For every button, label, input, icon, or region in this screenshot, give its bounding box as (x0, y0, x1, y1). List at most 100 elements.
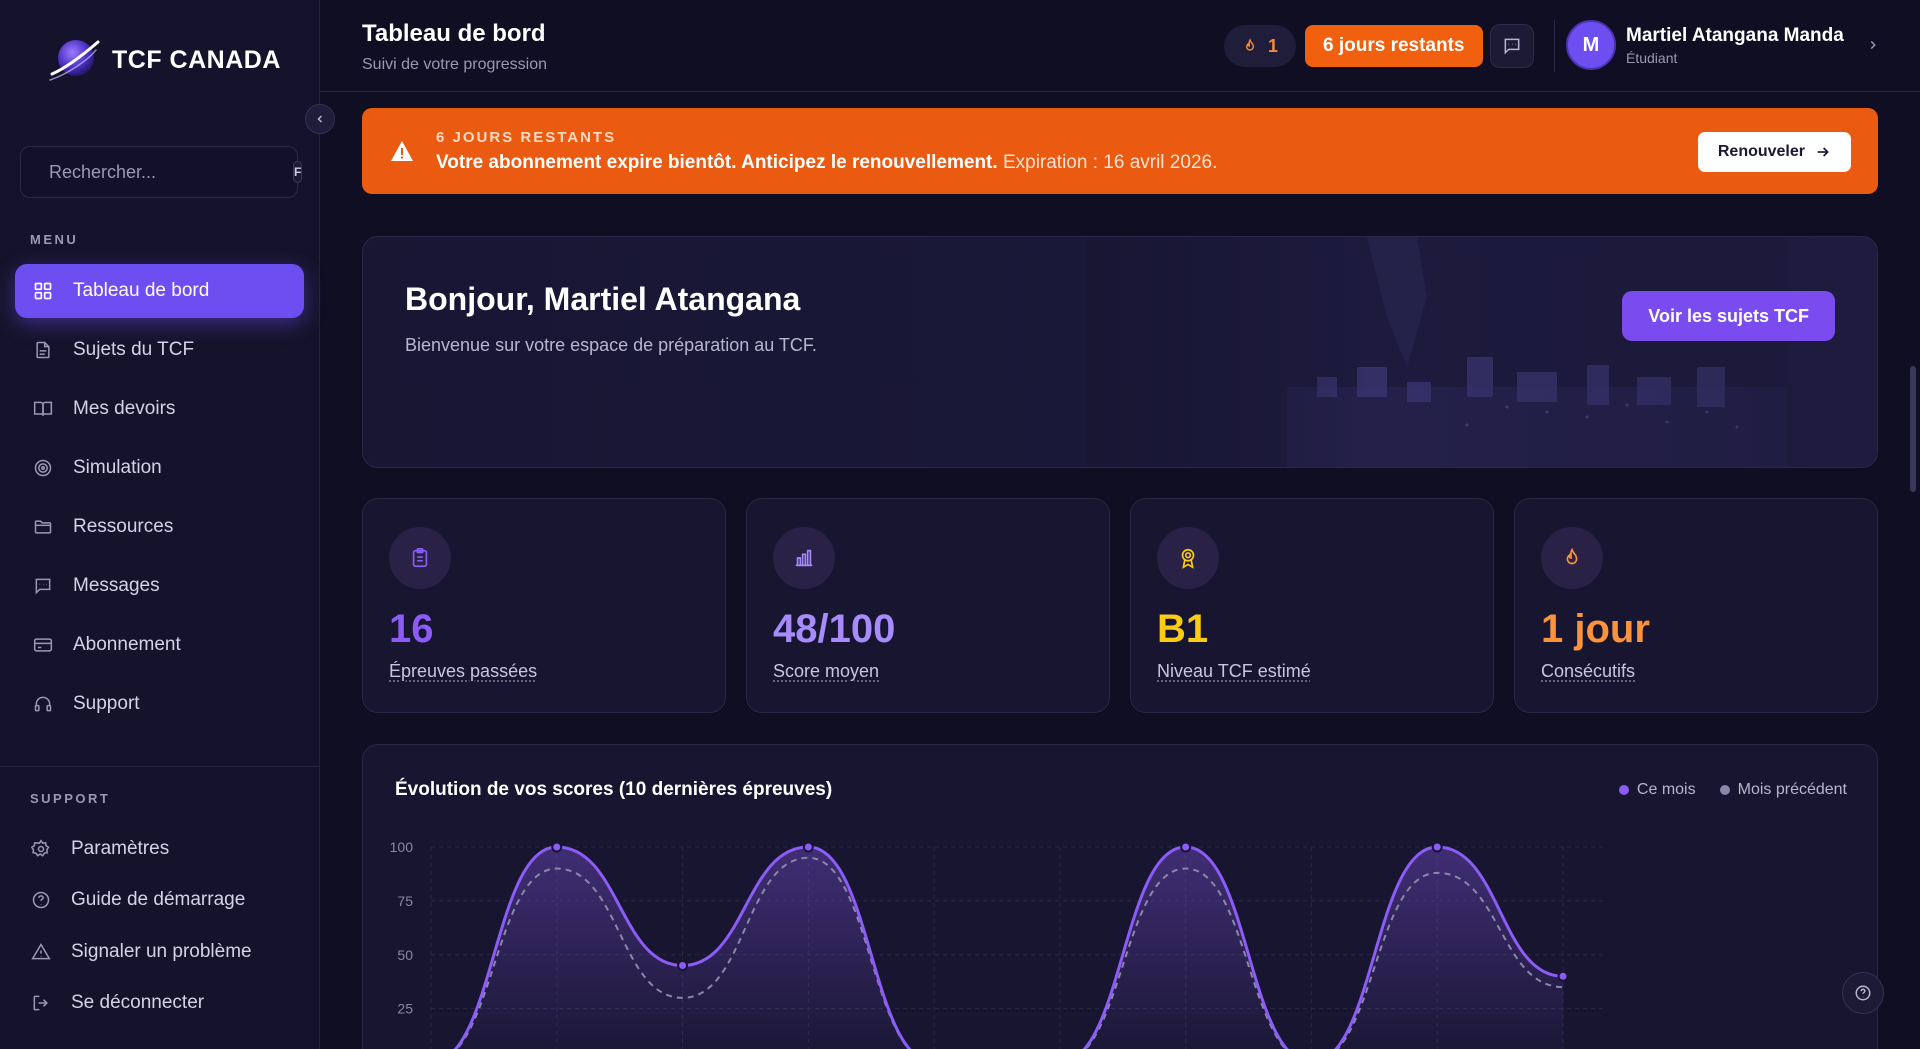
stat-label: Score moyen (773, 661, 879, 682)
sidebar-item-logout[interactable]: Se déconnecter (15, 978, 304, 1030)
days-left-badge[interactable]: 6 jours restants (1305, 25, 1483, 67)
chat-icon (33, 576, 53, 596)
help-circle-icon (1854, 984, 1872, 1002)
chat-icon (1502, 36, 1522, 56)
sidebar-item-label: Messages (73, 575, 160, 597)
welcome-subtitle: Bienvenue sur votre espace de préparatio… (405, 335, 817, 356)
y-tick-label: 25 (397, 1001, 413, 1017)
alert-message-text: Votre abonnement expire bientôt. Anticip… (436, 152, 998, 173)
sidebar-item-support[interactable]: Support (15, 677, 304, 731)
support-section-label: SUPPORT (30, 791, 110, 806)
stat-card-tests: 16 Épreuves passées (362, 498, 726, 713)
flame-icon (1541, 527, 1603, 589)
warning-icon (390, 140, 414, 162)
city-skyline-image (1087, 237, 1787, 468)
y-tick-label: 50 (397, 947, 413, 963)
streak-badge[interactable]: 1 (1224, 25, 1296, 67)
target-icon (33, 458, 53, 478)
search-box[interactable]: F (20, 146, 298, 198)
chevron-left-icon (314, 113, 326, 125)
subscription-alert: 6 JOURS RESTANTS Votre abonnement expire… (362, 108, 1878, 194)
stat-label: Épreuves passées (389, 661, 537, 682)
search-input[interactable] (49, 162, 281, 183)
sidebar-collapse-button[interactable] (305, 104, 335, 134)
sidebar-divider (0, 766, 320, 767)
stat-value: 1 jour (1541, 607, 1650, 652)
sidebar-item-resources[interactable]: Ressources (15, 500, 304, 554)
data-point (1181, 843, 1190, 852)
chart-title: Évolution de vos scores (10 dernières ép… (395, 779, 832, 801)
flame-icon (1242, 37, 1258, 55)
card-icon (33, 635, 53, 655)
sidebar: TCF CANADA F MENU Tableau de bord Sujets… (0, 0, 320, 1049)
support-item-label: Guide de démarrage (71, 889, 245, 911)
header-separator (1554, 20, 1555, 72)
stat-card-avg-score: 48/100 Score moyen (746, 498, 1110, 713)
chart-legend: Ce mois Mois précédent (1619, 781, 1847, 799)
legend-label: Ce mois (1637, 781, 1696, 799)
sidebar-item-label: Support (73, 693, 140, 715)
renew-button-label: Renouveler (1718, 143, 1805, 161)
sidebar-item-report-problem[interactable]: Signaler un problème (15, 926, 304, 978)
renew-button[interactable]: Renouveler (1698, 132, 1851, 172)
arrow-right-icon (1815, 144, 1831, 160)
bar-chart-icon (773, 527, 835, 589)
sidebar-item-label: Simulation (73, 457, 162, 479)
avatar: M (1566, 20, 1616, 70)
sidebar-item-label: Sujets du TCF (73, 339, 194, 361)
search-shortcut: F (293, 161, 302, 183)
welcome-banner: Bonjour, Martiel Atangana Bienvenue sur … (362, 236, 1878, 468)
alert-expiry: Expiration : 16 avril 2026. (1003, 152, 1217, 173)
page-scrollbar[interactable] (1910, 366, 1916, 492)
sidebar-item-label: Tableau de bord (73, 280, 209, 302)
logout-icon (31, 993, 51, 1013)
user-role: Étudiant (1626, 50, 1844, 66)
logo[interactable]: TCF CANADA (48, 34, 281, 86)
data-point (1559, 972, 1568, 981)
stat-value: 48/100 (773, 607, 895, 652)
sidebar-item-label: Mes devoirs (73, 398, 175, 420)
welcome-title: Bonjour, Martiel Atangana (405, 281, 800, 318)
award-icon (1157, 527, 1219, 589)
user-menu[interactable]: M Martiel Atangana Manda Étudiant (1566, 20, 1880, 70)
chevron-right-icon (1866, 38, 1880, 52)
help-circle-icon (31, 890, 51, 910)
legend-label: Mois précédent (1738, 781, 1847, 799)
streak-count: 1 (1268, 36, 1278, 57)
score-evolution-chart: 25 50 75 100 Évolution de vos scores (10 de… (362, 744, 1878, 1049)
messages-button[interactable] (1490, 24, 1534, 68)
alert-message: Votre abonnement expire bientôt. Anticip… (436, 152, 1217, 174)
y-tick-label: 100 (390, 839, 414, 855)
sidebar-item-simulation[interactable]: Simulation (15, 441, 304, 495)
alert-kicker: 6 JOURS RESTANTS (436, 129, 1217, 146)
help-button[interactable] (1842, 972, 1884, 1014)
sidebar-item-dashboard[interactable]: Tableau de bord (15, 264, 304, 318)
data-point (1433, 843, 1442, 852)
legend-item-previous[interactable]: Mois précédent (1720, 781, 1847, 799)
sidebar-item-settings[interactable]: Paramètres (15, 823, 304, 875)
page-title: Tableau de bord (362, 20, 546, 48)
series-area-current (431, 847, 1563, 1049)
support-item-label: Se déconnecter (71, 992, 204, 1014)
support-item-label: Paramètres (71, 838, 169, 860)
sidebar-item-messages[interactable]: Messages (15, 559, 304, 613)
logo-icon (48, 34, 100, 86)
warning-icon (31, 942, 51, 962)
support-item-label: Signaler un problème (71, 941, 252, 963)
sidebar-item-subscription[interactable]: Abonnement (15, 618, 304, 672)
folder-icon (33, 517, 53, 537)
user-name: Martiel Atangana Manda (1626, 25, 1844, 47)
sidebar-item-tcf-topics[interactable]: Sujets du TCF (15, 323, 304, 377)
data-point (804, 843, 813, 852)
grid-icon (33, 281, 53, 301)
data-point (552, 843, 561, 852)
legend-dot (1720, 785, 1730, 795)
view-topics-button[interactable]: Voir les sujets TCF (1622, 291, 1835, 341)
sidebar-item-getting-started[interactable]: Guide de démarrage (15, 875, 304, 927)
sidebar-item-homework[interactable]: Mes devoirs (15, 382, 304, 436)
top-header: Tableau de bord Suivi de votre progressi… (320, 0, 1920, 92)
menu-section-label: MENU (30, 232, 78, 247)
page-subtitle: Suivi de votre progression (362, 56, 547, 74)
legend-item-current[interactable]: Ce mois (1619, 781, 1696, 799)
sidebar-item-label: Ressources (73, 516, 173, 538)
